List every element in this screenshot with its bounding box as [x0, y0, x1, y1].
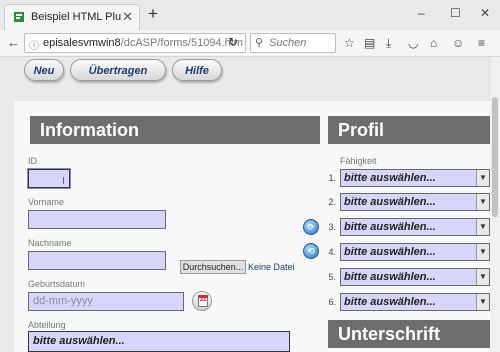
pocket-icon[interactable]: ◡	[408, 36, 418, 50]
home-icon[interactable]: ⌂	[430, 36, 437, 50]
skill-number: 2.	[328, 197, 336, 207]
url-host: episalesvmwin8	[43, 37, 121, 49]
department-select[interactable]: bitte auswählen...	[28, 331, 290, 352]
profil-header: Profil	[328, 116, 490, 144]
reload-icon[interactable]: ↻	[228, 35, 238, 49]
title-bar: Beispiel HTML Plus Forms... ✕ + – ☐ ✕	[0, 0, 500, 30]
skill-number: 3.	[328, 222, 336, 232]
back-arrow-icon[interactable]: ←	[7, 35, 20, 50]
new-tab-button[interactable]: +	[148, 5, 158, 22]
submit-button[interactable]: Übertragen	[70, 59, 166, 81]
chevron-down-icon: ▼	[476, 269, 489, 285]
skill-select[interactable]: bitte auswählen... ▼	[340, 193, 490, 211]
close-window-button[interactable]: ✕	[480, 6, 490, 20]
lastname-input[interactable]	[28, 251, 166, 270]
skill-select[interactable]: bitte auswählen... ▼	[340, 243, 490, 261]
skill-number: 1.	[328, 173, 336, 183]
chevron-down-icon: ▼	[476, 294, 489, 310]
url-path: /dcASP/forms/51094.htm	[120, 37, 243, 49]
star-icon[interactable]: ☆	[344, 36, 355, 50]
id-input[interactable]: I	[28, 169, 70, 188]
skill-select[interactable]: bitte auswählen... ▼	[340, 169, 490, 187]
search-icon: ⚲	[255, 37, 264, 49]
address-bar[interactable]: ⓘ episalesvmwin8/dcASP/forms/51094.htm	[24, 33, 246, 53]
navigation-bar: ← ⓘ episalesvmwin8/dcASP/forms/51094.htm…	[0, 30, 500, 57]
signature-header: Unterschrift	[328, 320, 490, 348]
calendar-button[interactable]: 31	[192, 291, 212, 311]
scrollbar-thumb[interactable]	[492, 97, 498, 217]
skill-select-value: bitte auswählen...	[344, 172, 436, 184]
birthdate-label: Geburtsdatum	[28, 279, 86, 289]
search-placeholder: Suchen	[269, 37, 307, 49]
skill-number: 4.	[328, 247, 336, 257]
chevron-down-icon: ▼	[476, 170, 489, 186]
skill-label: Fähigkeit	[340, 156, 377, 166]
download-icon[interactable]: ⤓	[386, 36, 391, 51]
firstname-label: Vorname	[28, 197, 65, 207]
chevron-down-icon: ▼	[476, 244, 489, 260]
lastname-label: Nachname	[28, 238, 72, 248]
birthdate-input[interactable]: dd-mm-yyyy	[28, 292, 184, 311]
chevron-down-icon: ▼	[476, 194, 489, 210]
menu-icon[interactable]: ≡	[478, 36, 485, 50]
skill-select[interactable]: bitte auswählen... ▼	[340, 218, 490, 236]
reading-list-icon[interactable]: ▤	[364, 36, 375, 50]
id-label: ID	[28, 156, 37, 166]
skill-select[interactable]: bitte auswählen... ▼	[340, 293, 490, 311]
skill-select-value: bitte auswählen...	[344, 296, 436, 308]
text-cursor-icon: I	[62, 176, 65, 187]
page-favicon-icon	[14, 12, 24, 22]
department-label: Abteilung	[28, 320, 66, 330]
site-info-icon[interactable]: ⓘ	[29, 37, 39, 52]
tab-title: Beispiel HTML Plus Forms...	[31, 11, 121, 23]
tab-close-icon[interactable]: ✕	[122, 9, 133, 25]
skill-select-value: bitte auswählen...	[344, 221, 436, 233]
browse-button[interactable]: Durchsuchen...	[180, 260, 246, 274]
maximize-button[interactable]: ☐	[450, 6, 461, 20]
new-button[interactable]: Neu	[24, 59, 64, 81]
chevron-down-icon: ▼	[476, 219, 489, 235]
browser-window: Beispiel HTML Plus Forms... ✕ + – ☐ ✕ ← …	[0, 0, 500, 352]
calendar-icon: 31	[198, 295, 208, 307]
firstname-input[interactable]	[28, 210, 166, 229]
add-skill-icon[interactable]: ⟳	[303, 219, 319, 235]
skill-select-value: bitte auswählen...	[344, 246, 436, 258]
skill-number: 6.	[328, 297, 336, 307]
no-file-label: Keine Datei a	[248, 262, 296, 272]
minimize-button[interactable]: –	[418, 6, 425, 20]
help-button[interactable]: Hilfe	[172, 59, 222, 81]
skill-select-value: bitte auswählen...	[344, 196, 436, 208]
skill-select[interactable]: bitte auswählen... ▼	[340, 268, 490, 286]
url-text: episalesvmwin8/dcASP/forms/51094.htm	[43, 37, 243, 49]
browser-tab[interactable]: Beispiel HTML Plus Forms... ✕	[4, 4, 140, 30]
vertical-scrollbar[interactable]	[489, 57, 500, 352]
search-box[interactable]: ⚲ Suchen	[250, 33, 336, 53]
information-header: Information	[30, 116, 320, 144]
skill-select-value: bitte auswählen...	[344, 271, 436, 283]
skill-number: 5.	[328, 272, 336, 282]
chat-icon[interactable]: ☺	[452, 36, 464, 50]
remove-skill-icon[interactable]: ⟲	[303, 243, 319, 259]
